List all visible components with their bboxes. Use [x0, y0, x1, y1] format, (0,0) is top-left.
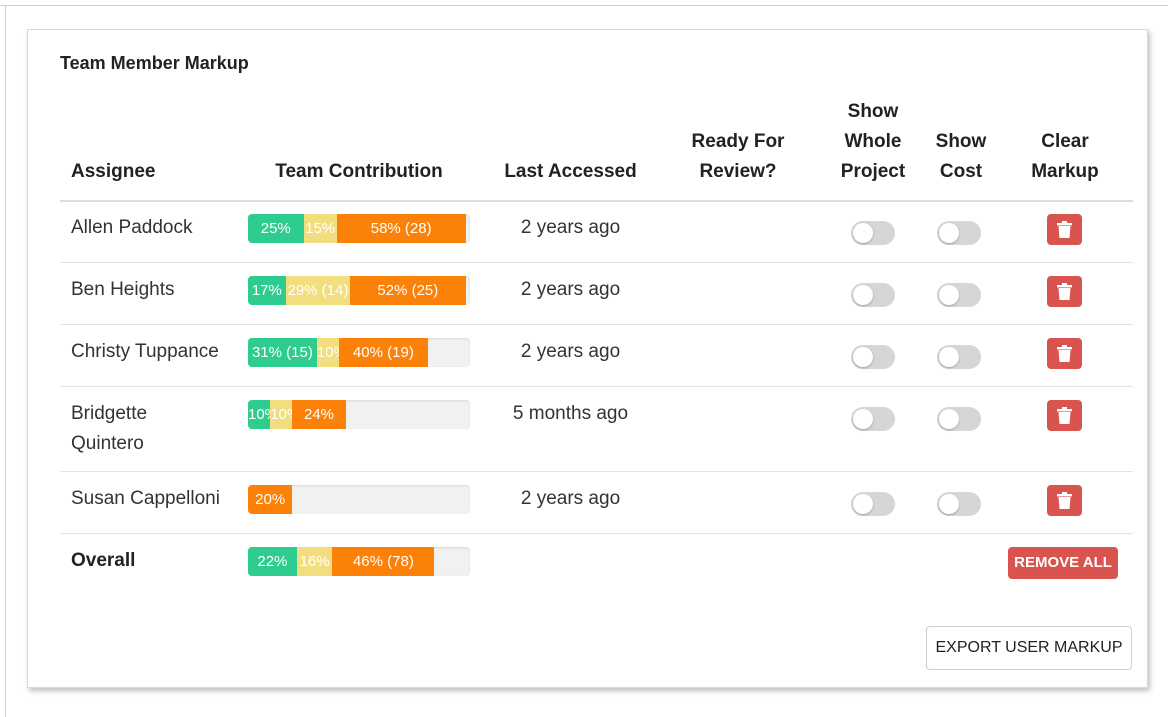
team-contribution-bar: 10% 10% 24% [248, 400, 470, 429]
assignee-name-line1: Bridgette [71, 403, 148, 424]
row-divider [60, 324, 1133, 325]
clear-markup-button[interactable] [1047, 485, 1082, 516]
header-show-whole-project-line1: Show [847, 101, 899, 122]
contribution-segment-orange: 40% (19) [339, 338, 428, 367]
team-contribution-bar: 17% 29% (14) 52% (25) [248, 276, 470, 305]
contribution-segment-green: 25% [248, 214, 304, 243]
overall-contribution-bar: 22% 16% 46% (78) [248, 547, 470, 576]
header-last-accessed: Last Accessed [504, 161, 637, 182]
team-contribution-bar: 31% (15) 10% 40% (19) [248, 338, 470, 367]
header-show-whole-project-line2: Whole [844, 131, 902, 152]
header-show-cost-line2: Cost [939, 161, 983, 182]
overall-label: Overall [71, 550, 136, 571]
contribution-segment-orange: 52% (25) [350, 276, 466, 305]
header-ready-for-review-line1: Ready For [691, 131, 785, 152]
trash-icon [1057, 407, 1072, 424]
toggle-knob [939, 409, 959, 429]
clear-markup-button[interactable] [1047, 338, 1082, 369]
assignee-name: Ben Heights [71, 279, 175, 300]
header-ready-for-review-line2: Review? [699, 161, 777, 182]
assignee-name: Susan Cappelloni [71, 488, 220, 509]
show-cost-toggle[interactable] [937, 345, 981, 369]
contribution-segment-yellow: 15% [303, 214, 337, 243]
toggle-knob [939, 494, 959, 514]
show-cost-toggle[interactable] [937, 492, 981, 516]
trash-icon [1057, 283, 1072, 300]
assignee-name-line2: Quintero [71, 433, 144, 454]
row-divider [60, 386, 1133, 387]
contribution-segment-orange: 58% (28) [336, 214, 466, 243]
header-clear-markup-line1: Clear [1041, 131, 1089, 152]
show-cost-toggle[interactable] [937, 283, 981, 307]
toggle-knob [939, 347, 959, 367]
contribution-segment-green: 31% (15) [248, 338, 317, 367]
toggle-knob [853, 409, 873, 429]
contribution-segment-orange: 20% [248, 485, 293, 514]
show-whole-project-toggle[interactable] [851, 407, 895, 431]
contribution-segment-orange: 46% (78) [332, 547, 435, 576]
remove-all-button[interactable]: REMOVE ALL [1008, 547, 1118, 579]
clear-markup-button[interactable] [1047, 276, 1082, 307]
assignee-name: Allen Paddock [71, 217, 193, 238]
show-whole-project-toggle[interactable] [851, 345, 895, 369]
toggle-knob [939, 223, 959, 243]
assignee-name: Christy Tuppance [71, 341, 219, 362]
toggle-knob [853, 223, 873, 243]
row-divider [60, 262, 1133, 263]
header-show-cost-line1: Show [935, 131, 987, 152]
show-cost-toggle[interactable] [937, 221, 981, 245]
trash-icon [1057, 221, 1072, 238]
contribution-segment-yellow: 10% [316, 338, 339, 367]
clear-markup-button[interactable] [1047, 400, 1082, 431]
last-accessed: 2 years ago [520, 279, 621, 300]
header-clear-markup-line2: Markup [1031, 161, 1099, 182]
show-whole-project-toggle[interactable] [851, 492, 895, 516]
contribution-segment-green: 22% [248, 547, 297, 576]
trash-icon [1057, 492, 1072, 509]
contribution-segment-yellow: 29% (14) [285, 276, 351, 305]
toggle-knob [853, 347, 873, 367]
toggle-knob [853, 494, 873, 514]
contribution-segment-yellow: 16% [296, 547, 333, 576]
clear-markup-button[interactable] [1047, 214, 1082, 245]
last-accessed: 5 months ago [512, 403, 629, 424]
team-contribution-bar: 25% 15% 58% (28) [248, 214, 470, 243]
header-show-whole-project-line3: Project [840, 161, 906, 182]
last-accessed: 2 years ago [520, 488, 621, 509]
toggle-knob [853, 285, 873, 305]
export-user-markup-button[interactable]: EXPORT USER MARKUP [926, 626, 1132, 670]
frame-left-border [5, 5, 6, 717]
trash-icon [1057, 345, 1072, 362]
contribution-segment-orange: 24% [292, 400, 346, 429]
header-team-contribution: Team Contribution [275, 161, 443, 182]
toggle-knob [939, 285, 959, 305]
show-whole-project-toggle[interactable] [851, 221, 895, 245]
team-contribution-bar: 20% [248, 485, 470, 514]
row-divider [60, 533, 1133, 534]
row-divider [60, 471, 1133, 472]
panel-title: Team Member Markup [60, 53, 249, 73]
last-accessed: 2 years ago [520, 217, 621, 238]
last-accessed: 2 years ago [520, 341, 621, 362]
team-member-markup-panel: Team Member Markup Assignee Team Contrib… [27, 29, 1148, 688]
contribution-segment-green: 17% [248, 276, 286, 305]
show-whole-project-toggle[interactable] [851, 283, 895, 307]
frame-top-border [0, 5, 1168, 6]
contribution-segment-yellow: 10% [270, 400, 293, 429]
header-assignee: Assignee [71, 161, 156, 182]
header-divider [60, 200, 1133, 202]
contribution-segment-green: 10% [248, 400, 271, 429]
show-cost-toggle[interactable] [937, 407, 981, 431]
